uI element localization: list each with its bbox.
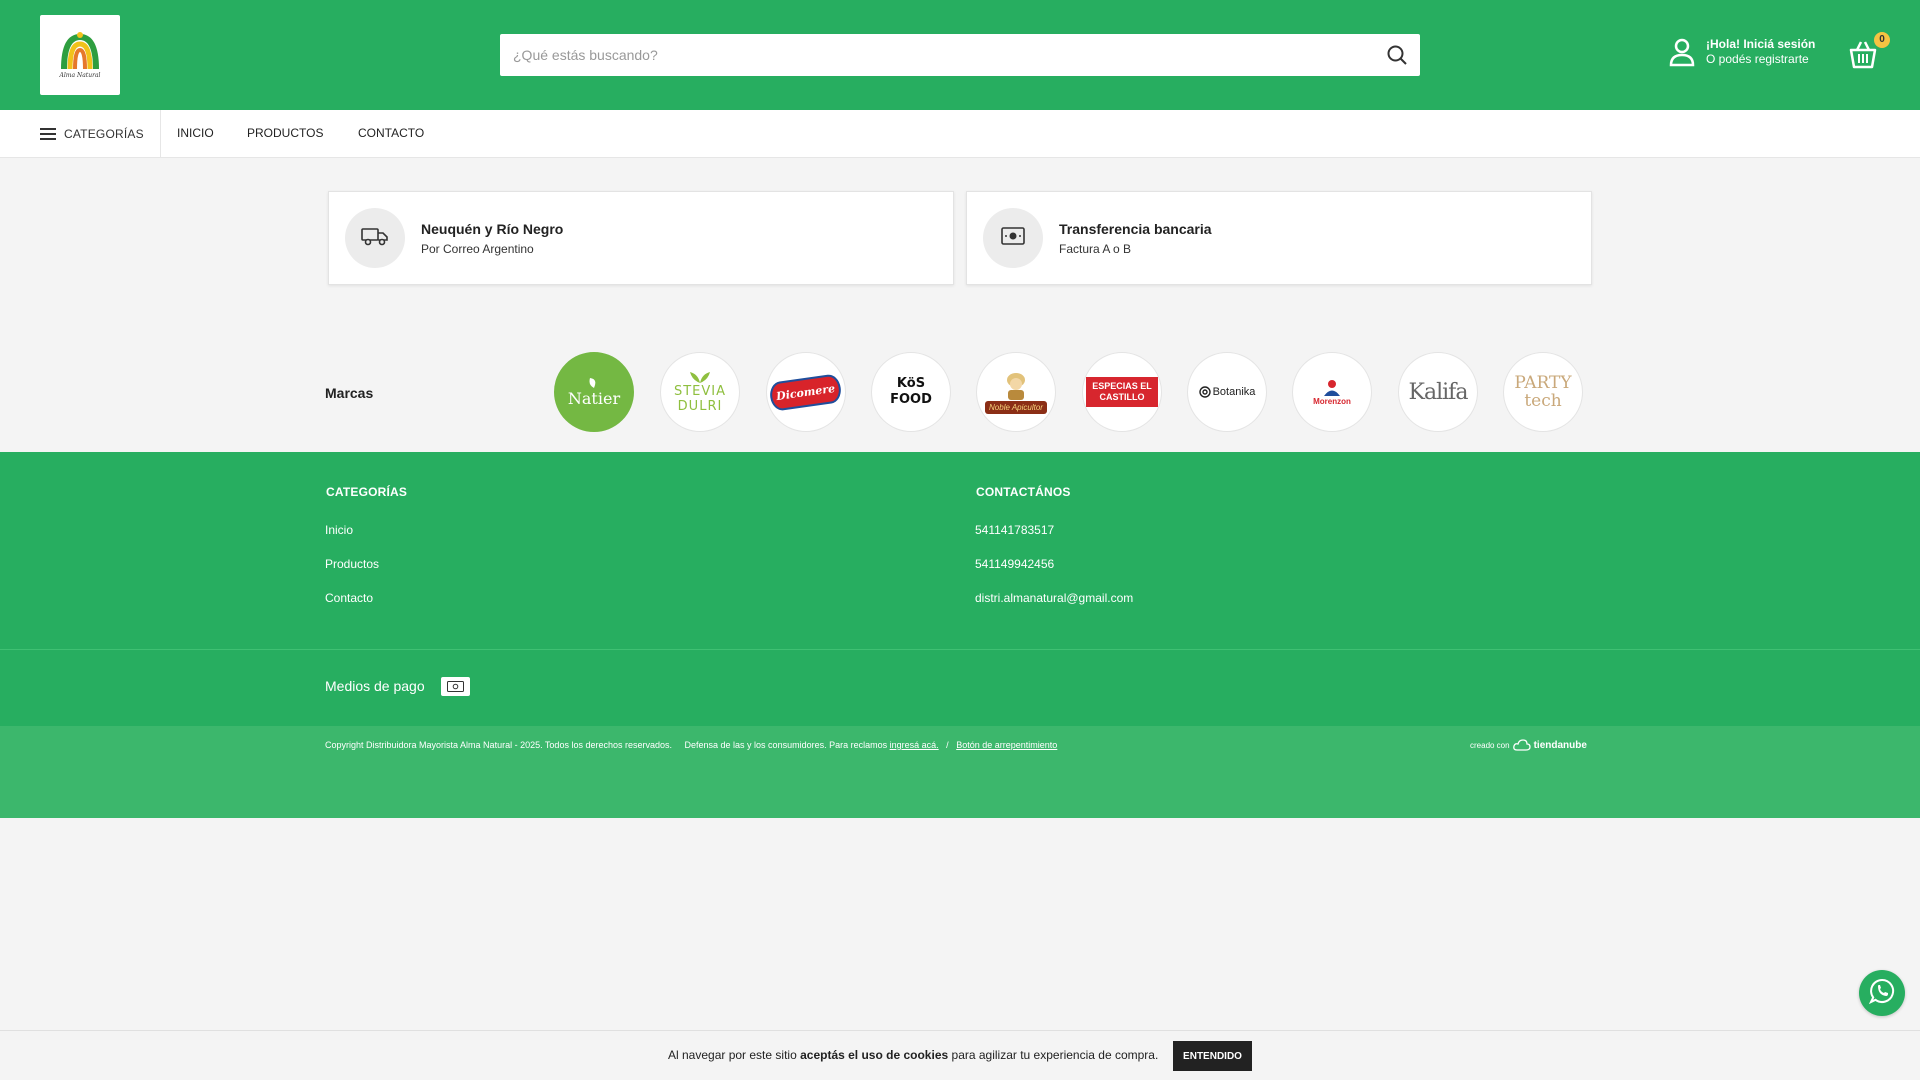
whatsapp-button[interactable]	[1859, 970, 1905, 1016]
brand-kalifa[interactable]: Kalifa	[1398, 352, 1478, 432]
info-card-payment: Transferencia bancaria Factura A o B	[966, 191, 1592, 285]
info-card-subtitle: Factura A o B	[1059, 242, 1132, 256]
search-icon[interactable]	[1386, 44, 1408, 66]
brand-name: Botanika	[1212, 386, 1256, 398]
nav-link-productos[interactable]: PRODUCTOS	[247, 110, 323, 157]
footer-email[interactable]: distri.almanatural@gmail.com	[975, 591, 1133, 605]
nav-categories-label: CATEGORÍAS	[64, 126, 144, 141]
brand-name: Dicomere	[775, 381, 837, 403]
brand-kos-food[interactable]: KöS FOOD	[871, 352, 951, 432]
brand-noble-apicultor[interactable]: Noble Apicultor	[976, 352, 1056, 432]
info-card-title: Transferencia bancaria	[1059, 221, 1212, 237]
brand-stevia-dulri[interactable]: STEVIA DULRI	[660, 352, 740, 432]
footer-phone-2[interactable]: 541149942456	[975, 557, 1054, 571]
logo-icon	[61, 32, 99, 70]
brand-especias-el-castillo[interactable]: ESPECIAS EL CASTILLO	[1082, 352, 1162, 432]
truck-icon	[361, 226, 389, 251]
money-icon	[1001, 226, 1025, 250]
brand-name: Noble Apicultor	[985, 400, 1047, 414]
whatsapp-icon	[1868, 978, 1895, 1009]
defensa-text: Defensa de las y los consumidores. Para …	[684, 740, 888, 750]
spiral-icon	[1198, 386, 1211, 398]
brand-name: KöS FOOD	[890, 376, 932, 407]
leaf-icon	[589, 377, 596, 388]
arrepentimiento-link[interactable]: Botón de arrepentimiento	[956, 740, 1057, 750]
footer-link-productos[interactable]: Productos	[325, 557, 379, 571]
footer-link-inicio[interactable]: Inicio	[325, 523, 353, 537]
brand-botanika[interactable]: Botanika	[1187, 352, 1267, 432]
copyright-text: Copyright Distribuidora Mayorista Alma N…	[325, 740, 1057, 750]
footer-phone-1[interactable]: 541141783517	[975, 523, 1054, 537]
cookie-text-after: para agilizar tu experiencia de compra.	[951, 1048, 1159, 1062]
brand-morenzon[interactable]: Morenzon	[1292, 352, 1372, 432]
defensa-link[interactable]: ingresá acá.	[890, 740, 939, 750]
logo-text: Alma Natural	[59, 72, 101, 79]
brands-heading: Marcas	[325, 385, 374, 401]
brand-name: STEVIA DULRI	[673, 384, 727, 414]
cash-payment-icon	[441, 677, 470, 696]
payments-bar: Medios de pago	[0, 650, 1920, 726]
brand-name: ESPECIAS EL CASTILLO	[1086, 377, 1158, 407]
nav-categories-button[interactable]: CATEGORÍAS	[40, 110, 161, 157]
hamburger-icon	[40, 127, 56, 141]
cookie-text-bold: aceptás el uso de cookies	[800, 1048, 949, 1062]
account-link[interactable]: ¡Hola! Iniciá sesión O podés registrarte	[1668, 36, 1815, 68]
brand-name: PARTY tech	[1514, 373, 1572, 411]
copyright-bar: Copyright Distribuidora Mayorista Alma N…	[0, 726, 1920, 818]
user-icon	[1668, 36, 1696, 68]
search-bar	[500, 34, 1420, 76]
cookie-accept-button[interactable]: ENTENDIDO	[1173, 1041, 1252, 1071]
info-card-title: Neuquén y Río Negro	[421, 221, 564, 237]
footer-categories-heading: CATEGORÍAS	[326, 485, 408, 499]
copyright-separator: /	[946, 740, 949, 750]
brand-name: Kalifa	[1408, 379, 1469, 405]
brand-name: Morenzon	[1313, 396, 1351, 406]
beekeeper-icon	[1006, 372, 1025, 400]
cart-icon[interactable]	[1848, 38, 1878, 70]
nav-link-contacto[interactable]: CONTACTO	[358, 110, 424, 157]
cart-count-badge: 0	[1874, 32, 1890, 48]
nav-link-inicio[interactable]: INICIO	[177, 110, 214, 157]
tiendanube-text: tiendanube	[1533, 739, 1587, 751]
account-title: ¡Hola! Iniciá sesión	[1706, 37, 1816, 51]
brand-dicomere[interactable]: Dicomere	[766, 352, 846, 432]
brand-name: Natier	[567, 388, 621, 408]
brand-natier[interactable]: Natier	[554, 352, 634, 432]
copyright-notice: Copyright Distribuidora Mayorista Alma N…	[325, 740, 672, 750]
main-nav: CATEGORÍAS INICIO PRODUCTOS CONTACTO	[0, 110, 1920, 158]
search-input[interactable]	[500, 34, 1380, 76]
brand-party-tech[interactable]: PARTY tech	[1503, 352, 1583, 432]
figure-icon	[1324, 379, 1340, 396]
footer-contact-heading: CONTACTÁNOS	[976, 485, 1071, 499]
footer-link-contacto[interactable]: Contacto	[325, 591, 373, 605]
site-footer: CATEGORÍAS Inicio Productos Contacto CON…	[0, 452, 1920, 650]
cookie-text: Al navegar por este sitio aceptás el uso…	[668, 1048, 1158, 1062]
account-text: ¡Hola! Iniciá sesión O podés registrarte	[1706, 37, 1815, 67]
cookie-text-before: Al navegar por este sitio	[668, 1048, 797, 1062]
store-logo[interactable]: Alma Natural	[40, 15, 120, 95]
cookie-banner: Al navegar por este sitio aceptás el uso…	[0, 1030, 1920, 1080]
cloud-icon	[1512, 739, 1531, 751]
info-card-shipping: Neuquén y Río Negro Por Correo Argentino	[328, 191, 954, 285]
payments-label: Medios de pago	[325, 678, 425, 694]
site-header: Alma Natural ¡Hola! Iniciá sesión O podé…	[0, 0, 1920, 110]
creado-con-text: creado con	[1470, 740, 1510, 750]
tiendanube-credit[interactable]: creado con tiendanube	[1470, 739, 1587, 751]
info-card-subtitle: Por Correo Argentino	[421, 242, 534, 256]
leaf-icon	[690, 372, 710, 383]
account-subtitle: O podés registrarte	[1706, 52, 1809, 66]
